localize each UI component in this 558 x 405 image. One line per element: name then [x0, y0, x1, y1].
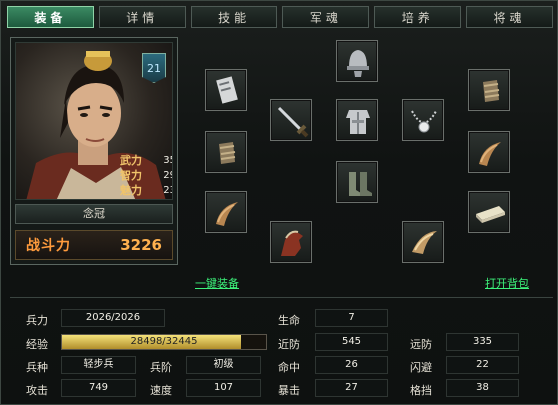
- horn-icon: [216, 202, 238, 226]
- book-icon: [476, 206, 505, 223]
- hp-value: 7: [315, 309, 388, 327]
- helmet-slot[interactable]: [336, 40, 378, 82]
- hero-panel: 21 武力 35 智力 29 魅力 23 念冠 战斗力 3226: [10, 37, 178, 265]
- hit-label: 命中: [278, 361, 300, 374]
- horse-slot[interactable]: [270, 221, 312, 263]
- equipment-area: 一键装备 打开背包: [181, 31, 553, 290]
- speed-label: 速度: [150, 384, 172, 397]
- attribute-value: 23: [163, 185, 172, 196]
- right-bracer-slot[interactable]: [468, 69, 510, 111]
- helmet-icon: [347, 50, 369, 77]
- tab-bar: 装备 详情 技能 军魂 培养 将魂: [7, 6, 553, 30]
- dodge-value: 22: [446, 356, 519, 374]
- necklace-slot[interactable]: [402, 99, 444, 141]
- hero-name-bar: 念冠: [15, 204, 173, 224]
- block-label: 格挡: [410, 384, 432, 397]
- attribute-row: 武力 35: [120, 153, 172, 168]
- troop-type-value: 轻步兵: [61, 356, 136, 374]
- boots-slot[interactable]: [336, 161, 378, 203]
- attribute-row: 智力 29: [120, 168, 172, 183]
- attribute-value: 35: [163, 155, 172, 166]
- exp-bar: 28498/32445: [61, 334, 267, 350]
- rank-label: 兵阶: [150, 361, 172, 374]
- armor-slot[interactable]: [336, 99, 378, 141]
- horn-icon: [479, 142, 501, 166]
- necklace-icon: [411, 110, 437, 133]
- speed-value: 107: [186, 379, 261, 397]
- attack-label: 攻击: [26, 384, 48, 397]
- attribute-label: 魅力: [120, 184, 142, 197]
- horse-icon: [281, 230, 303, 256]
- troops-value: 2026/2026: [61, 309, 165, 327]
- block-value: 38: [446, 379, 519, 397]
- open-bag-link[interactable]: 打开背包: [485, 275, 529, 291]
- attribute-label: 智力: [120, 169, 142, 182]
- attribute-list: 武力 35 智力 29 魅力 23: [120, 153, 172, 198]
- combat-power-value: 3226: [120, 236, 162, 254]
- exp-value: 28498/32445: [130, 336, 198, 347]
- attribute-row: 魅力 23: [120, 183, 172, 198]
- left-scroll-slot[interactable]: [205, 69, 247, 111]
- tab-cultivate[interactable]: 培养: [374, 6, 462, 28]
- combat-power-label: 战斗力: [26, 238, 71, 254]
- melee-def-value: 545: [315, 333, 388, 351]
- equip-all-link[interactable]: 一键装备: [195, 275, 239, 291]
- dodge-label: 闪避: [410, 361, 432, 374]
- scroll-icon: [216, 76, 238, 104]
- tab-army-soul[interactable]: 军魂: [282, 6, 370, 28]
- attribute-label: 武力: [120, 154, 142, 167]
- sword-icon: [277, 106, 309, 138]
- exp-label: 经验: [26, 338, 48, 351]
- range-def-value: 335: [446, 333, 519, 351]
- range-def-label: 远防: [410, 338, 432, 351]
- right-horn-slot[interactable]: [468, 131, 510, 173]
- boots-icon: [349, 172, 372, 196]
- left-bracer-slot[interactable]: [205, 131, 247, 173]
- tab-general-soul[interactable]: 将魂: [466, 6, 553, 28]
- tusk-icon: [412, 231, 437, 254]
- tab-details[interactable]: 详情: [98, 6, 186, 28]
- hit-value: 26: [315, 356, 388, 374]
- rank-value: 初级: [186, 356, 261, 374]
- tusk-slot[interactable]: [402, 221, 444, 263]
- crit-value: 27: [315, 379, 388, 397]
- hero-portrait: 21 武力 35 智力 29 魅力 23: [15, 42, 173, 200]
- sword-slot[interactable]: [270, 99, 312, 141]
- attribute-value: 29: [163, 170, 172, 181]
- book-slot[interactable]: [468, 191, 510, 233]
- hp-label: 生命: [278, 314, 300, 327]
- hero-equipment-window: 装备 详情 技能 军魂 培养 将魂 21 武力 3 智力 2 魅力 2 念冠 战…: [0, 0, 558, 405]
- troop-type-label: 兵种: [26, 361, 48, 374]
- combat-power: 战斗力 3226: [15, 230, 173, 260]
- left-horn-slot[interactable]: [205, 191, 247, 233]
- stats-panel: 兵力 2026/2026 生命 7 经验 28498/32445 近防 545 …: [10, 297, 553, 401]
- bracer-icon: [483, 80, 500, 102]
- tab-equipment[interactable]: 装备: [7, 6, 94, 28]
- bracer-icon: [219, 142, 236, 164]
- troops-label: 兵力: [26, 314, 48, 327]
- armor-icon: [346, 110, 370, 134]
- level-badge: 21: [142, 53, 166, 83]
- melee-def-label: 近防: [278, 338, 300, 351]
- attack-value: 749: [61, 379, 136, 397]
- crit-label: 暴击: [278, 384, 300, 397]
- tab-skills[interactable]: 技能: [190, 6, 278, 28]
